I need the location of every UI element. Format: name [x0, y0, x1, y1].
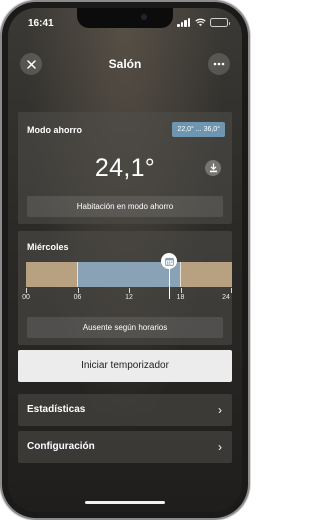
mode-label: Modo ahorro: [27, 125, 82, 135]
schedule-segment-presence[interactable]: [180, 262, 232, 287]
status-icons: [177, 18, 230, 27]
notch: [77, 8, 173, 28]
range-badge: 22,0° ... 36,0°: [172, 122, 225, 137]
schedule-card[interactable]: Miércoles 00 06 12 18 24 Ausente según horar…: [18, 231, 232, 345]
status-time: 16:41: [28, 18, 54, 29]
menu-item-configuration[interactable]: Configuración ›: [18, 431, 232, 463]
timeline-tick-label: 24: [222, 294, 230, 301]
home-indicator[interactable]: [85, 501, 165, 504]
timeline-tick-label: 12: [125, 294, 133, 301]
more-button[interactable]: [208, 53, 230, 75]
wifi-icon: [195, 18, 206, 27]
menu-item-label: Configuración: [27, 441, 95, 452]
timeline-tick-label: 06: [73, 294, 82, 301]
chevron-right-icon: ›: [218, 440, 222, 454]
start-timer-button[interactable]: Iniciar temporizador: [18, 350, 232, 382]
schedule-segment-presence[interactable]: [26, 262, 78, 287]
mode-status: Habitación en modo ahorro: [27, 196, 223, 217]
page-title: Salón: [108, 57, 142, 71]
more-icon: [213, 62, 225, 66]
timeline-tick: [129, 288, 130, 293]
timeline-tick-label: 18: [176, 294, 185, 301]
day-label: Miércoles: [27, 242, 69, 252]
menu-item-statistics[interactable]: Estadísticas ›: [18, 394, 232, 426]
calendar-icon: [164, 257, 174, 266]
eco-download-icon: [209, 163, 217, 173]
schedule-timeline[interactable]: [26, 262, 232, 287]
eco-button[interactable]: [205, 160, 221, 176]
timeline-tick: [180, 288, 182, 293]
screen: 16:41 Salón Modo ahorro 22,0° ... 36,0° …: [8, 8, 242, 512]
mode-card: Modo ahorro 22,0° ... 36,0° 24,1° Habita…: [18, 112, 232, 224]
menu-item-label: Estadísticas: [27, 404, 86, 415]
current-temperature: 24,1°: [94, 154, 156, 182]
battery-icon: [210, 18, 230, 27]
timeline-tick: [231, 288, 232, 293]
signal-icon: [177, 18, 191, 27]
schedule-status: Ausente según horarios: [27, 317, 223, 338]
timeline-tick-label: 00: [22, 294, 30, 301]
chevron-right-icon: ›: [218, 403, 222, 417]
timeline-tick: [77, 288, 79, 293]
phone-frame: 16:41 Salón Modo ahorro 22,0° ... 36,0° …: [2, 2, 248, 518]
timeline-ticks: [26, 288, 232, 293]
timeline-tick: [26, 288, 27, 293]
